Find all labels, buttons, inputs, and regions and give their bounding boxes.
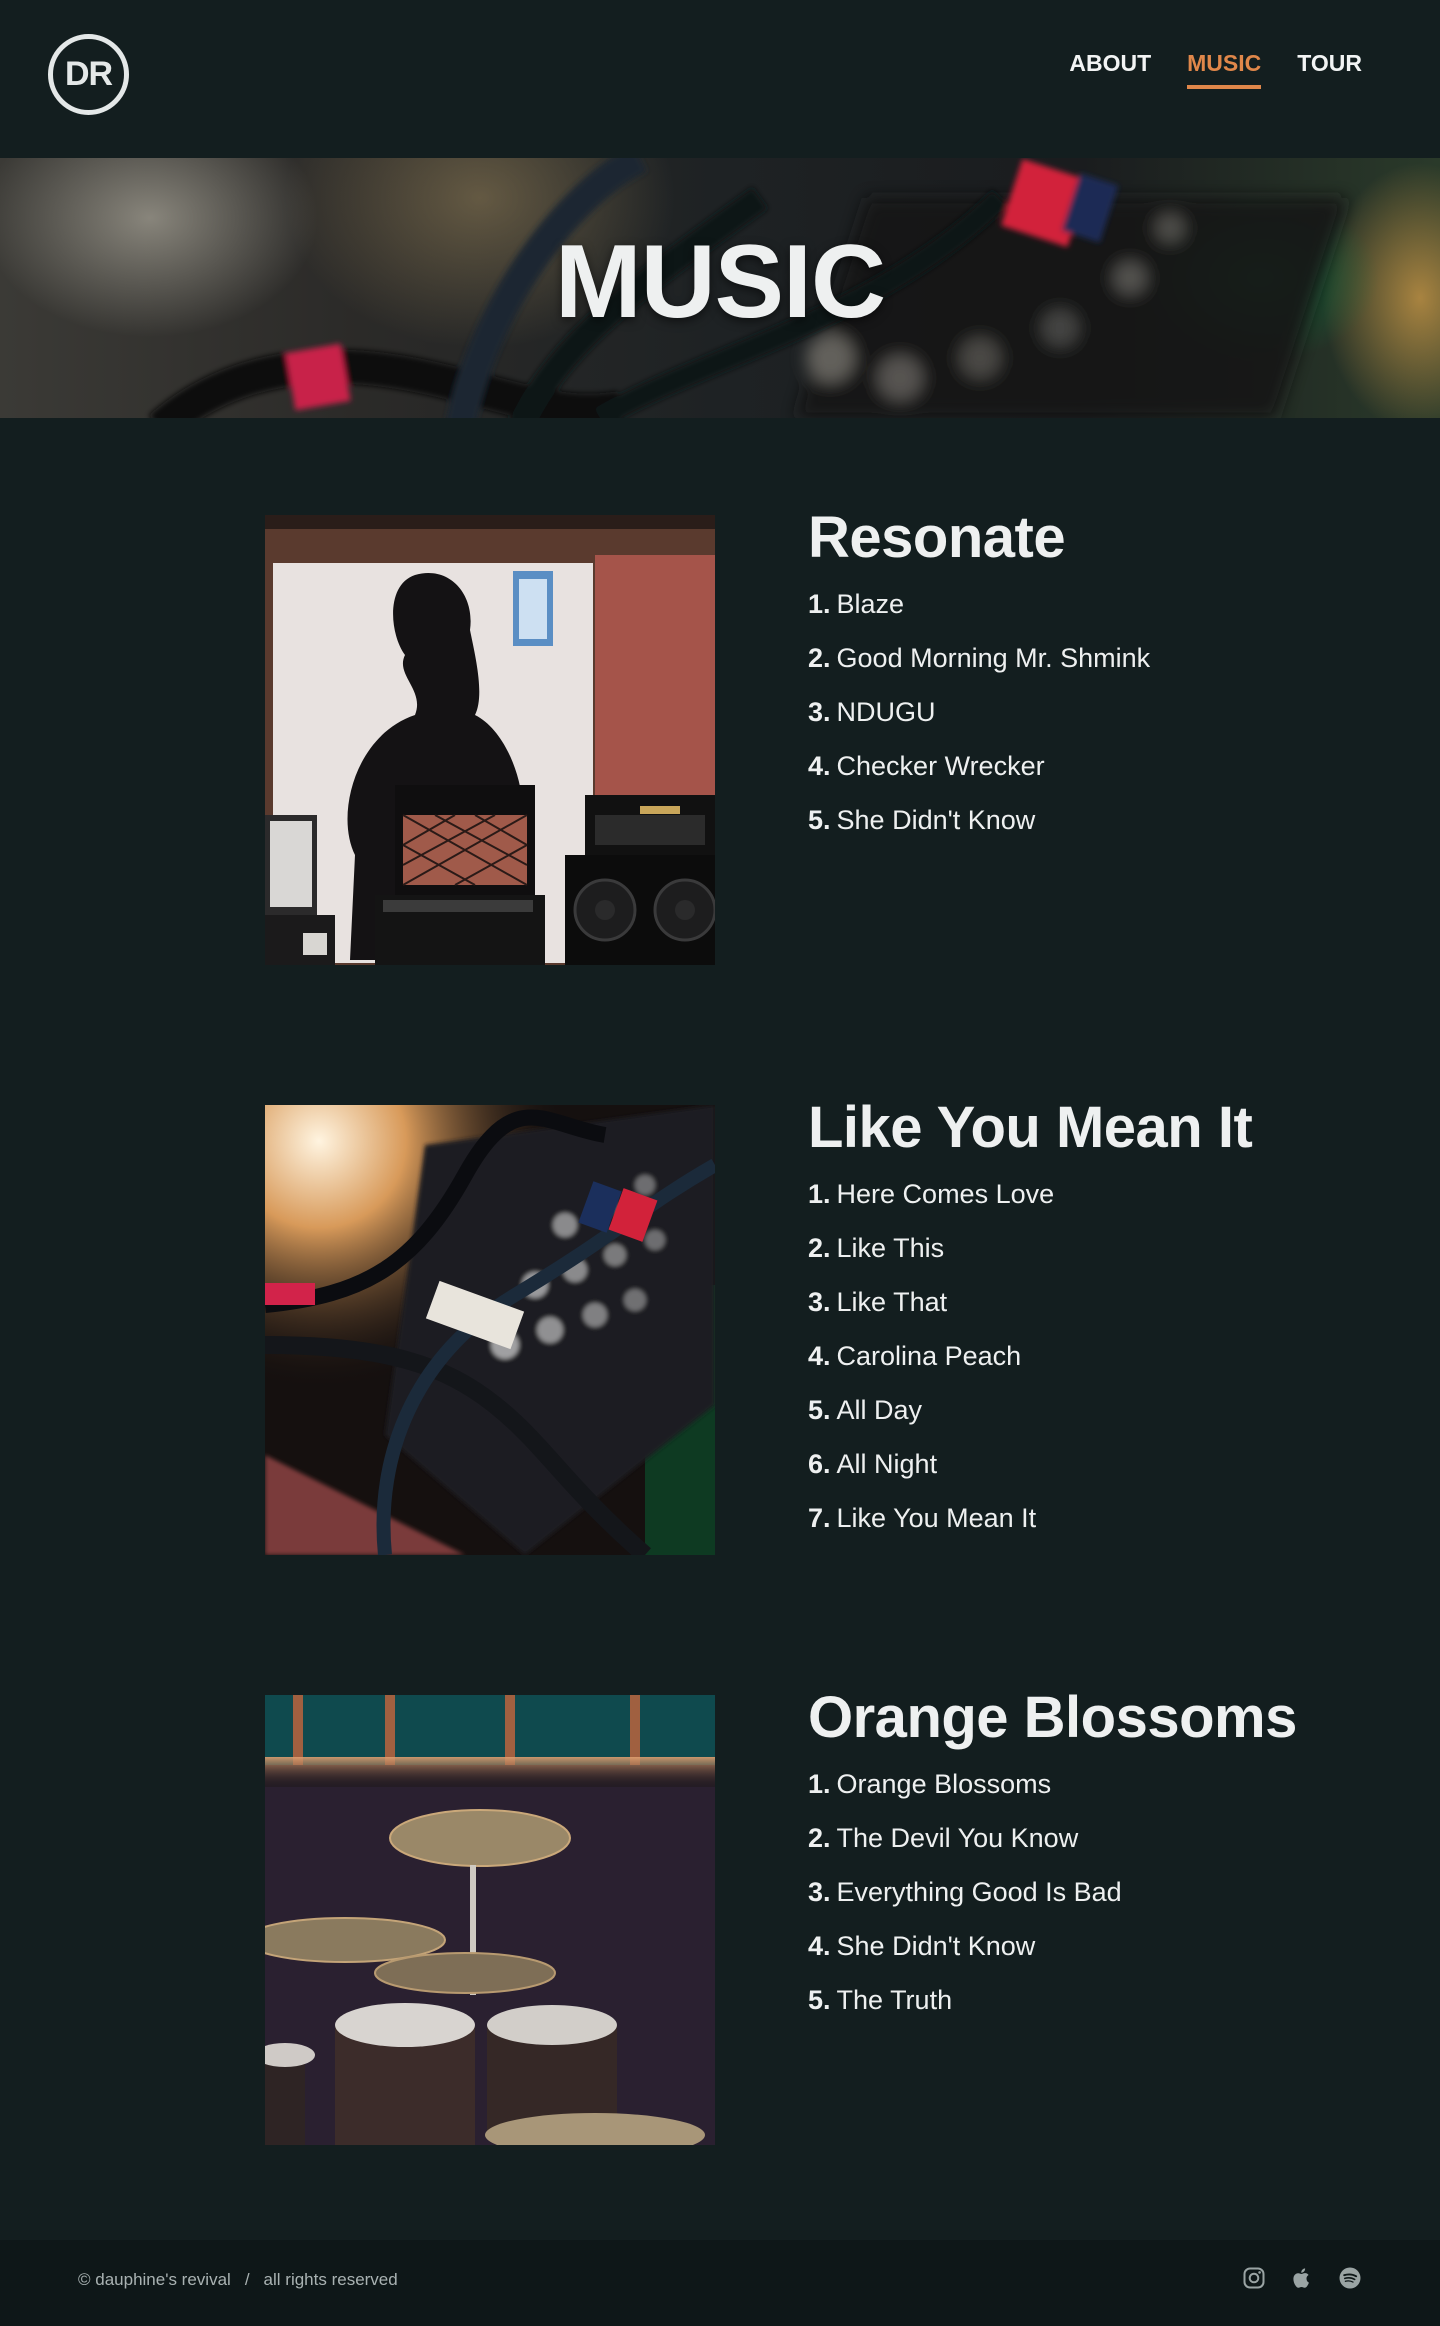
track-name: All Night [836,1449,938,1479]
album-info: Resonate 1. Blaze 2. Good Morning Mr. Shmi… [808,503,1308,847]
track-name: Good Morning Mr. Shmink [836,643,1151,673]
track-number: 3. [808,1287,831,1317]
track-number: 5. [808,1985,831,2015]
track-item[interactable]: 4. She Didn't Know [808,1919,1308,1973]
track-name: Checker Wrecker [836,751,1045,781]
track-list: 1. Here Comes Love 2. Like This 3. Like Tha… [808,1167,1308,1545]
track-list: 1. Orange Blossoms 2. The Devil You Know 3… [808,1757,1308,2027]
track-item[interactable]: 1. Blaze [808,577,1308,631]
track-number: 2. [808,643,831,673]
track-item[interactable]: 5. The Truth [808,1973,1308,2027]
track-item[interactable]: 7. Like You Mean It [808,1491,1308,1545]
track-name: Here Comes Love [836,1179,1055,1209]
track-number: 3. [808,1877,831,1907]
album-title: Orange Blossoms [808,1685,1297,1750]
track-item[interactable]: 2. The Devil You Know [808,1811,1308,1865]
track-list: 1. Blaze 2. Good Morning Mr. Shmink 3. NDUG… [808,577,1308,847]
track-name: The Truth [836,1985,953,2015]
album-cover-like-you-mean-it [265,1105,715,1555]
track-item[interactable]: 4. Checker Wrecker [808,739,1308,793]
rights-text: all rights reserved [263,2270,398,2289]
track-item[interactable]: 5. She Didn't Know [808,793,1308,847]
site-footer: © dauphine's revival / all rights reserved [0,2240,1440,2326]
album-cover-orange-blossoms [265,1695,715,2145]
track-item[interactable]: 1. Orange Blossoms [808,1757,1308,1811]
track-name: Like You Mean It [836,1503,1037,1533]
nav-tour[interactable]: TOUR [1297,50,1362,89]
track-number: 3. [808,697,831,727]
album-title: Resonate [808,505,1066,570]
site-header: DR ABOUT MUSIC TOUR [0,0,1440,158]
hero-banner: MUSIC [0,158,1440,418]
track-item[interactable]: 5. All Day [808,1383,1308,1437]
track-item[interactable]: 3. Everything Good Is Bad [808,1865,1308,1919]
track-name: Like This [836,1233,945,1263]
track-name: Orange Blossoms [836,1769,1052,1799]
apple-icon[interactable] [1290,2266,1314,2290]
track-number: 6. [808,1449,831,1479]
track-name: She Didn't Know [836,1931,1036,1961]
track-number: 2. [808,1233,831,1263]
album-title: Like You Mean It [808,1095,1253,1160]
track-name: All Day [836,1395,923,1425]
track-number: 7. [808,1503,831,1533]
track-number: 2. [808,1823,831,1853]
spotify-icon[interactable] [1338,2266,1362,2290]
track-item[interactable]: 4. Carolina Peach [808,1329,1308,1383]
track-item[interactable]: 2. Good Morning Mr. Shmink [808,631,1308,685]
track-item[interactable]: 1. Here Comes Love [808,1167,1308,1221]
track-item[interactable]: 3. Like That [808,1275,1308,1329]
album-info: Like You Mean It 1. Here Comes Love 2. Lik… [808,1093,1308,1545]
track-number: 5. [808,1395,831,1425]
album-info: Orange Blossoms 1. Orange Blossoms 2. The … [808,1683,1308,2027]
track-name: NDUGU [836,697,936,727]
social-links [1242,2266,1362,2290]
track-number: 5. [808,805,831,835]
track-number: 1. [808,1179,831,1209]
track-item[interactable]: 3. NDUGU [808,685,1308,739]
track-name: Blaze [836,589,905,619]
main-nav: ABOUT MUSIC TOUR [1069,50,1362,89]
nav-music[interactable]: MUSIC [1187,50,1262,89]
instagram-icon[interactable] [1242,2266,1266,2290]
track-number: 4. [808,1931,831,1961]
track-name: Like That [836,1287,948,1317]
footer-separator: / [244,2270,250,2289]
track-name: She Didn't Know [836,805,1036,835]
nav-about[interactable]: ABOUT [1069,50,1151,89]
track-number: 1. [808,1769,831,1799]
copyright: © dauphine's revival / all rights reserved [78,2270,398,2290]
track-number: 1. [808,589,831,619]
logo-text: DR [64,55,113,93]
track-name: The Devil You Know [836,1823,1079,1853]
track-item[interactable]: 2. Like This [808,1221,1308,1275]
track-item[interactable]: 6. All Night [808,1437,1308,1491]
logo[interactable]: DR [48,34,129,115]
album-cover-resonate [265,515,715,965]
track-number: 4. [808,751,831,781]
copyright-text: © dauphine's revival [78,2270,231,2289]
page-title: MUSIC [554,224,886,340]
track-name: Everything Good Is Bad [836,1877,1122,1907]
track-number: 4. [808,1341,831,1371]
track-name: Carolina Peach [836,1341,1022,1371]
